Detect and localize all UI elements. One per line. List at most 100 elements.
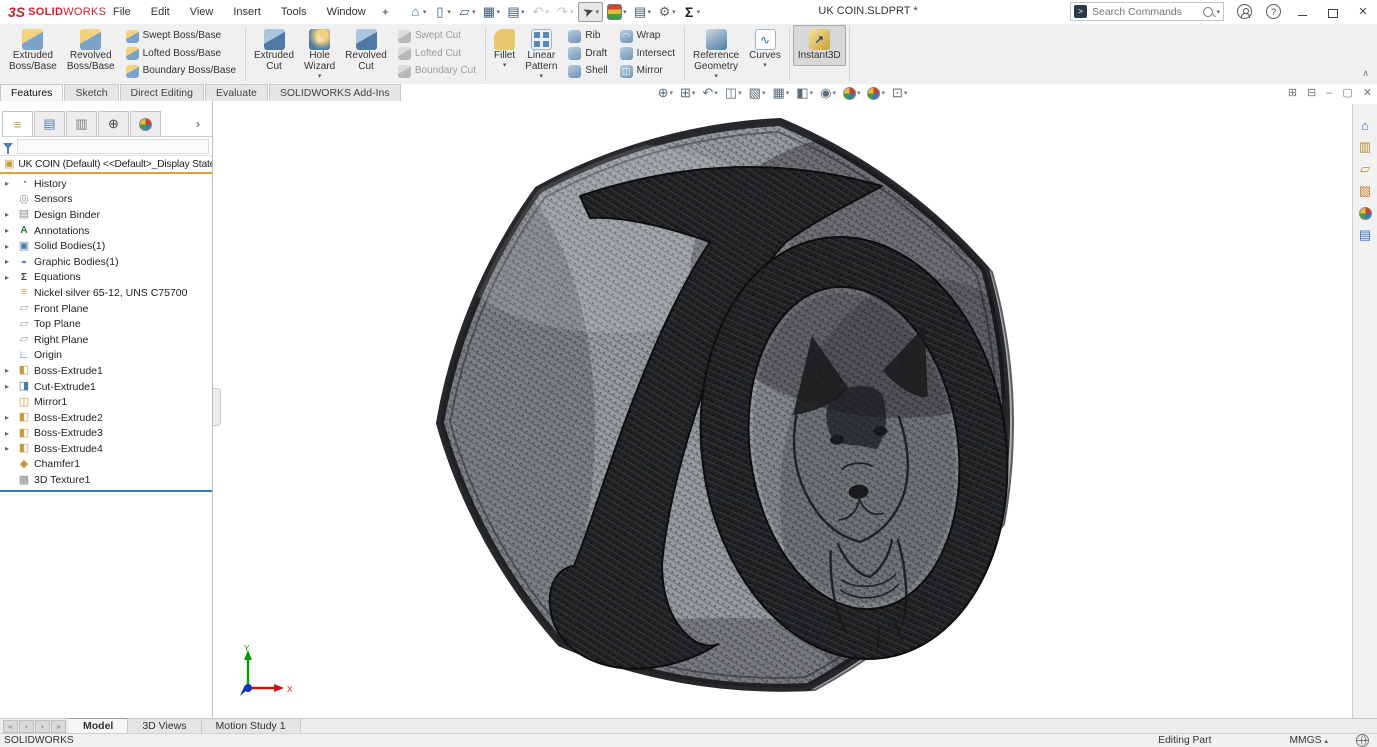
ribbon-button[interactable]: Fillet ▾ [489,25,520,73]
ribbon-button[interactable]: Draft ▾ [564,45,611,62]
restore-icon[interactable] [1325,4,1341,20]
dropdown-arrow-icon[interactable]: ▾ [503,62,507,69]
tree-item[interactable]: ▸ ◎ Sensors [0,192,212,208]
panel-tab[interactable]: ▥ [66,111,97,136]
expander-icon[interactable]: ▸ [5,257,14,266]
status-globe-icon[interactable] [1356,734,1369,747]
task-pane-tab[interactable] [1355,204,1376,222]
dropdown-arrow-icon[interactable]: ▾ [570,8,574,16]
user-account-icon[interactable] [1237,4,1252,19]
search-input[interactable] [1090,4,1201,19]
quick-tool[interactable]: ▯ ▾ [430,3,454,21]
panel-tab[interactable]: ≡ [2,111,33,136]
command-tab[interactable]: Direct Editing [119,84,204,101]
expander-icon[interactable]: ▸ [5,226,14,235]
tree-item[interactable]: ▸ Σ Equations [0,270,212,286]
ribbon-button[interactable]: Revolved Cut ▾ [340,25,392,77]
dropdown-arrow-icon[interactable]: ▾ [714,73,718,80]
tree-item[interactable]: ▸ ◧ Boss-Extrude2 [0,410,212,426]
command-tab[interactable]: Sketch [64,84,119,101]
dropdown-arrow-icon[interactable]: ▾ [623,8,627,16]
help-icon[interactable] [1266,4,1281,19]
expander-icon[interactable]: ▸ [5,382,14,391]
task-pane-tab[interactable]: ⌂ [1355,116,1376,134]
ribbon-button[interactable]: Extruded Boss/Base ▾ [4,25,62,77]
next-tab-icon[interactable]: › [35,719,50,733]
ribbon-button[interactable]: Shell ▾ [564,63,611,80]
document-tab[interactable]: Motion Study 1 [201,719,301,733]
dropdown-arrow-icon[interactable]: ▾ [648,8,652,16]
doc-close-icon[interactable]: ✕ [1363,86,1372,99]
tree-item[interactable]: ▸ ◒ Graphic Bodies(1) [0,254,212,270]
ribbon-button[interactable]: Swept Boss/Base ▾ [122,28,240,45]
dropdown-arrow-icon[interactable]: ▾ [423,8,427,16]
expander-icon[interactable]: ▸ [5,179,14,188]
ribbon-button[interactable]: Lofted Boss/Base ▾ [122,45,240,62]
quick-tool[interactable]: ▤ ▾ [631,3,655,21]
document-tab[interactable]: 3D Views [128,719,202,733]
filter-icon[interactable] [3,143,13,154]
ribbon-collapse-icon[interactable]: ∧ [1362,68,1369,79]
panel-expand-icon[interactable]: › [196,117,200,131]
search-dropdown-icon[interactable]: ▾ [1216,8,1220,16]
ribbon-button[interactable]: Wrap ▾ [616,28,679,45]
dropdown-arrow-icon[interactable]: ▾ [521,8,525,16]
ribbon-button[interactable]: Intersect ▾ [616,45,679,62]
document-tab[interactable]: Model [69,718,129,733]
dropdown-arrow-icon[interactable]: ▾ [540,73,544,80]
rollback-bar[interactable] [0,489,212,492]
tree-item[interactable]: ▸ ▱ Top Plane [0,316,212,332]
menu-item[interactable]: Insert [224,2,270,22]
quick-tool[interactable]: ▤ ▾ [504,3,528,21]
tree-root-item[interactable]: ▣ UK COIN (Default) <<Default>_Display S… [0,156,212,174]
task-pane-tab[interactable]: ▤ [1355,226,1376,244]
task-pane-tab[interactable]: ▱ [1355,160,1376,178]
quick-tool[interactable]: ▾ [604,2,630,22]
tree-item[interactable]: ▸ ▩ 3D Texture1 [0,472,212,488]
panel-tab[interactable]: ⊕ [98,111,129,136]
tree-item[interactable]: ▸ ▱ Front Plane [0,301,212,317]
dropdown-arrow-icon[interactable]: ▾ [672,8,676,16]
dropdown-arrow-icon[interactable]: ▾ [545,8,549,16]
minimize-icon[interactable] [1295,4,1311,20]
task-pane-tab[interactable]: ▧ [1355,182,1376,200]
quick-tool[interactable]: ➤ ▾ [577,2,604,22]
ribbon-button[interactable]: Linear Pattern ▾ [520,25,562,84]
tree-item[interactable]: ▸ ◫ Mirror1 [0,394,212,410]
pane-right-icon[interactable]: ⊟ [1307,86,1316,99]
dropdown-arrow-icon[interactable]: ▾ [318,73,322,80]
quick-tool[interactable]: Σ ▾ [680,3,704,21]
prev-tab-icon[interactable]: ‹ [19,719,34,733]
quick-tool[interactable]: ▱ ▾ [455,3,479,21]
tree-item[interactable]: ▸ ≡ Nickel silver 65-12, UNS C75700 [0,285,212,301]
expander-icon[interactable]: ▸ [5,210,14,219]
coin-model[interactable]: 70 [430,108,1030,706]
last-tab-icon[interactable]: » [51,719,66,733]
ribbon-button[interactable]: Hole Wizard ▾ [299,25,340,84]
tree-item[interactable]: ▸ ◨ Cut-Extrude1 [0,379,212,395]
pin-menu-icon[interactable]: ✦ [381,6,390,19]
quick-tool[interactable]: ⌂ ▾ [406,3,430,21]
ribbon-button[interactable]: Curves ▾ [744,25,786,73]
ribbon-button[interactable]: Extruded Cut ▾ [249,25,299,77]
expander-icon[interactable]: ▸ [5,242,14,251]
ribbon-button[interactable]: Instant3D ▾ [792,25,846,66]
ribbon-button[interactable]: Revolved Boss/Base ▾ [62,25,120,77]
expander-icon[interactable]: ▸ [5,366,14,375]
graphics-viewport[interactable]: ⊕ ▾ ⊞ ▾ ↶ ▾ ◫ ▾ ▧ ▾ ▦ ▾ ◧ ▾ ◉ ▾ ▾ ▾ ⊡ ▾ … [213,84,1352,718]
doc-restore-icon[interactable]: ▢ [1342,86,1352,99]
quick-tool[interactable]: ▦ ▾ [479,3,503,21]
dropdown-arrow-icon[interactable]: ▾ [697,8,701,16]
close-icon[interactable] [1355,4,1371,20]
dropdown-arrow-icon[interactable]: ▾ [472,8,476,16]
command-tab[interactable]: SOLIDWORKS Add-Ins [268,84,401,101]
panel-splitter-handle[interactable] [213,388,221,426]
dropdown-arrow-icon[interactable]: ▾ [496,8,500,16]
tree-filter-input[interactable] [17,138,209,154]
tree-item[interactable]: ▸ ◧ Boss-Extrude1 [0,363,212,379]
ribbon-button[interactable]: Boundary Boss/Base ▾ [122,63,240,80]
pane-left-icon[interactable]: ⊞ [1288,86,1297,99]
menu-item[interactable]: View [181,2,223,22]
dropdown-arrow-icon[interactable]: ▾ [447,8,451,16]
tree-item[interactable]: ▸ ▤ Design Binder [0,207,212,223]
